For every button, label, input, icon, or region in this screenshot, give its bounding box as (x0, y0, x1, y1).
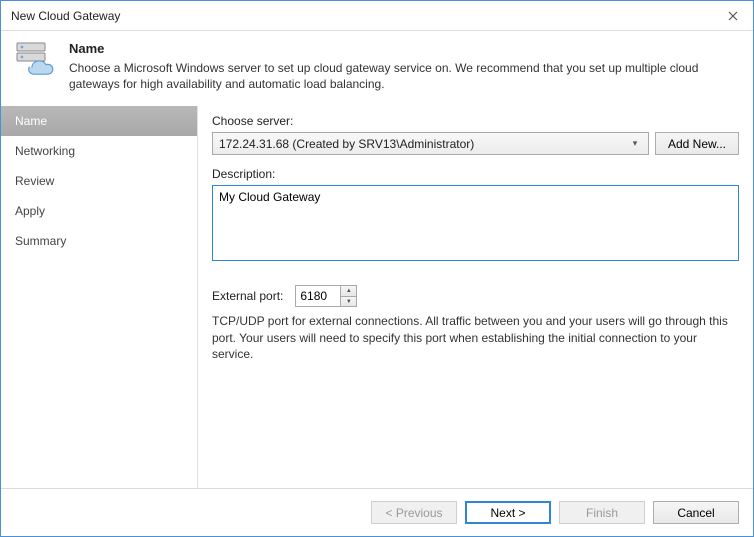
window-title: New Cloud Gateway (11, 9, 120, 23)
sidebar-step-review[interactable]: Review (1, 166, 197, 196)
sidebar-step-name[interactable]: Name (1, 106, 197, 136)
server-select[interactable]: 172.24.31.68 (Created by SRV13\Administr… (212, 132, 649, 155)
footer: < Previous Next > Finish Cancel (1, 488, 753, 536)
choose-server-label: Choose server: (212, 114, 739, 128)
dialog-window: New Cloud Gateway Name Choose a Microsof… (0, 0, 754, 537)
external-port-label: External port: (212, 289, 283, 303)
next-button[interactable]: Next > (465, 501, 551, 524)
page-subtitle: Choose a Microsoft Windows server to set… (69, 60, 739, 92)
stepper-up-button[interactable]: ▲ (341, 286, 356, 297)
chevron-down-icon: ▾ (626, 133, 644, 154)
cancel-button[interactable]: Cancel (653, 501, 739, 524)
titlebar: New Cloud Gateway (1, 1, 753, 31)
sidebar-step-networking[interactable]: Networking (1, 136, 197, 166)
external-port-input[interactable] (296, 286, 340, 306)
content-pane: Choose server: 172.24.31.68 (Created by … (198, 106, 753, 488)
finish-button: Finish (559, 501, 645, 524)
port-hint: TCP/UDP port for external connections. A… (212, 313, 739, 362)
stepper-buttons: ▲ ▼ (340, 286, 356, 306)
server-selected-value: 172.24.31.68 (Created by SRV13\Administr… (219, 137, 474, 151)
external-port-stepper[interactable]: ▲ ▼ (295, 285, 357, 307)
sidebar-step-apply[interactable]: Apply (1, 196, 197, 226)
cloud-gateway-icon (15, 41, 59, 81)
wizard-sidebar: Name Networking Review Apply Summary (1, 106, 198, 488)
close-icon (728, 8, 738, 24)
stepper-down-button[interactable]: ▼ (341, 297, 356, 307)
add-new-button[interactable]: Add New... (655, 132, 739, 155)
description-label: Description: (212, 167, 739, 181)
description-input[interactable] (212, 185, 739, 261)
body: Name Networking Review Apply Summary Cho… (1, 106, 753, 488)
previous-button: < Previous (371, 501, 457, 524)
close-button[interactable] (713, 1, 753, 31)
page-title: Name (69, 41, 739, 56)
sidebar-step-summary[interactable]: Summary (1, 226, 197, 256)
header: Name Choose a Microsoft Windows server t… (1, 31, 753, 106)
